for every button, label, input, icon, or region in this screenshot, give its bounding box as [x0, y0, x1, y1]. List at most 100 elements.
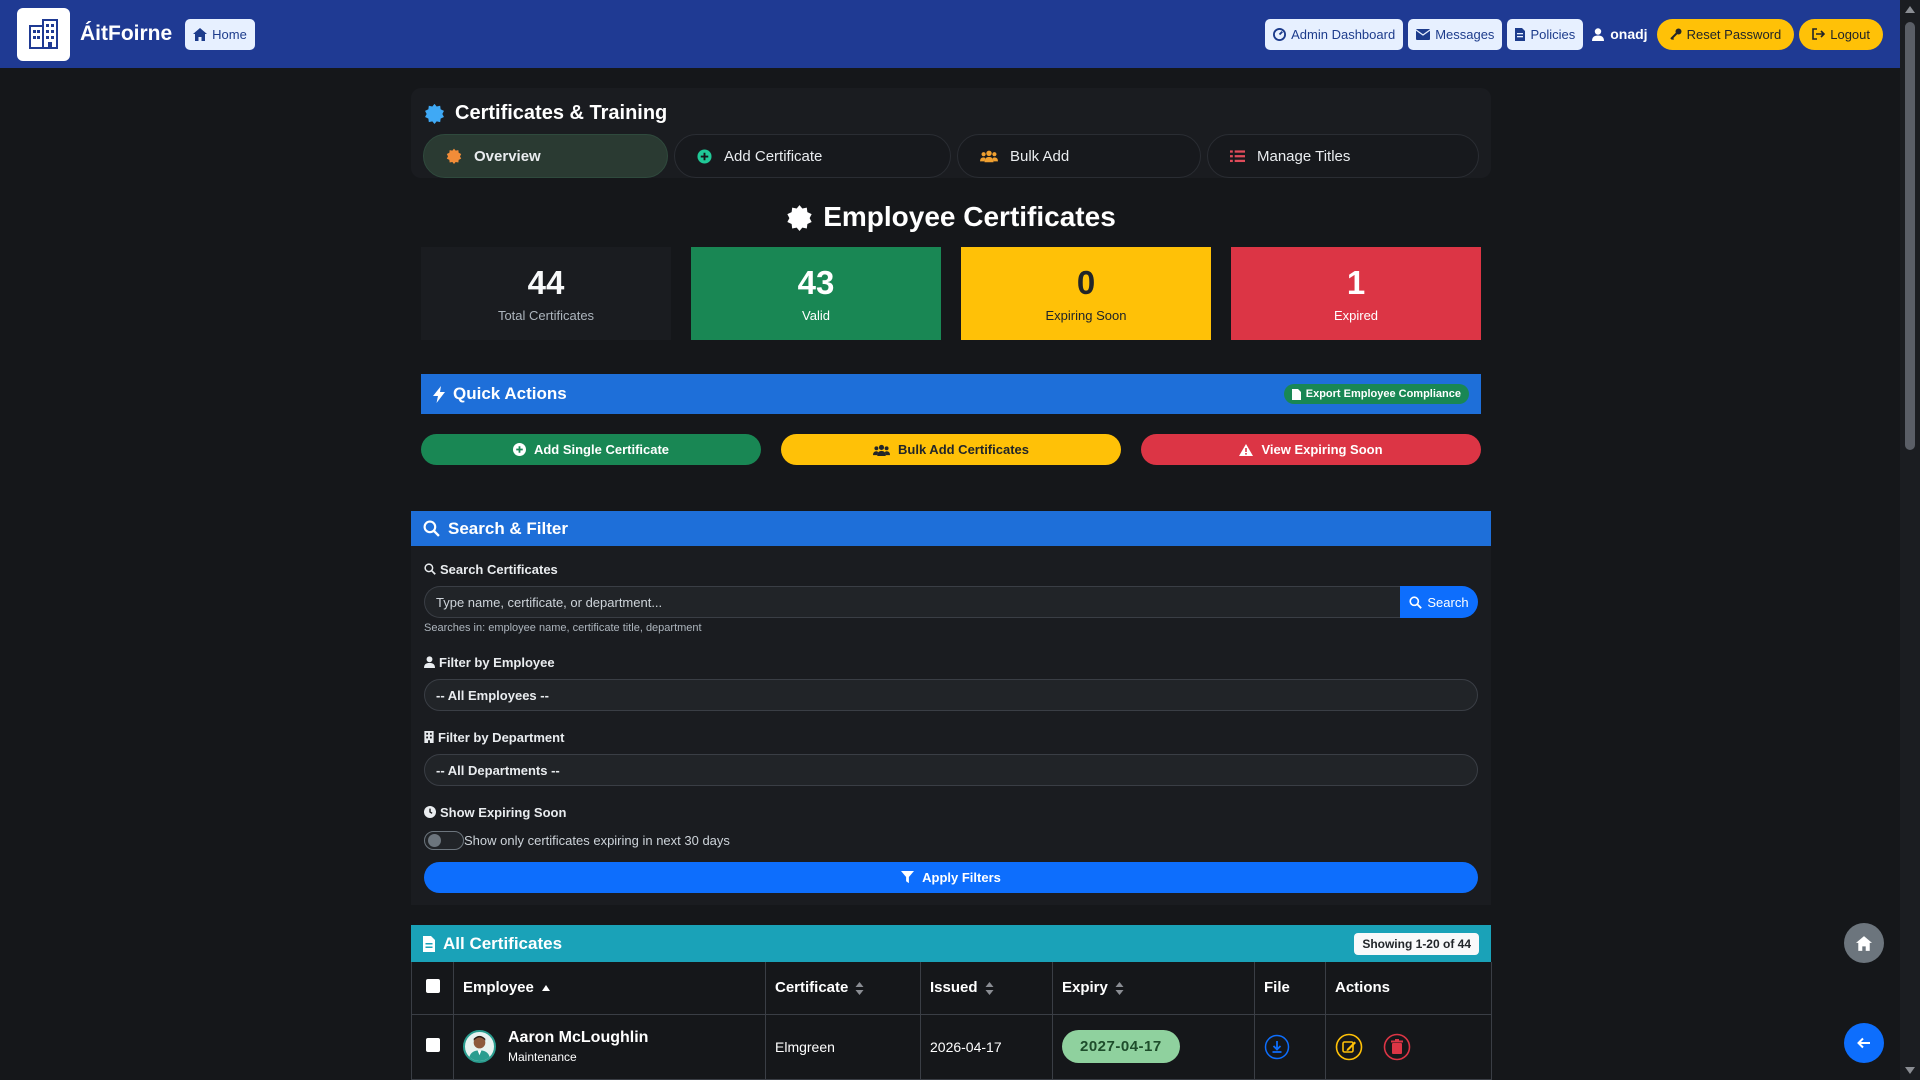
export-compliance-button[interactable]: Export Employee Compliance: [1283, 384, 1469, 404]
floating-home-button[interactable]: [1844, 923, 1884, 963]
reset-password-label: Reset Password: [1686, 26, 1782, 42]
filter-employee-label-text: Filter by Employee: [439, 654, 555, 670]
arrow-left-icon: [1857, 1037, 1870, 1049]
plus-circle-icon: [697, 148, 712, 164]
policies-button[interactable]: Policies: [1507, 18, 1584, 50]
stat-valid: 43 Valid: [691, 247, 941, 340]
person-avatar-icon: [468, 1035, 491, 1061]
tab-add-certificate[interactable]: Add Certificate: [674, 134, 951, 178]
download-icon[interactable]: [1264, 1034, 1290, 1060]
stat-total-label: Total Certificates: [497, 308, 595, 323]
logout-label: Logout: [1830, 26, 1870, 42]
expiring-toggle-text: Show only certificates expiring in next …: [464, 832, 730, 848]
search-filter-title: Search & Filter: [448, 518, 568, 538]
column-employee[interactable]: Employee: [453, 962, 766, 1015]
column-actions: Actions: [1325, 962, 1492, 1015]
quick-actions-title: Quick Actions: [453, 384, 567, 403]
trash-icon[interactable]: [1383, 1033, 1411, 1061]
department-select-value: -- All Departments --: [436, 762, 560, 778]
page-scrollbar[interactable]: [1900, 0, 1920, 1080]
row-actions: [1335, 1033, 1491, 1061]
column-file-label: File: [1264, 979, 1290, 997]
column-certificate[interactable]: Certificate: [765, 962, 921, 1015]
envelope-icon: [1416, 28, 1431, 40]
column-file: File: [1254, 962, 1326, 1015]
user-menu[interactable]: onadj: [1592, 26, 1648, 42]
floating-back-button[interactable]: [1844, 1023, 1884, 1063]
tab-overview[interactable]: Overview: [423, 134, 668, 178]
search-row: Search: [424, 586, 1478, 618]
view-expiring-soon-button[interactable]: View Expiring Soon: [1141, 434, 1481, 465]
dashboard-gauge-icon: [1273, 27, 1287, 41]
employee-name[interactable]: Aaron McLoughlin: [508, 1029, 648, 1047]
warning-triangle-icon: [1239, 443, 1254, 456]
brand-name[interactable]: ÁitFoirne: [80, 22, 172, 46]
column-issued[interactable]: Issued: [920, 962, 1053, 1015]
user-icon: [424, 656, 435, 668]
row-checkbox[interactable]: [425, 1038, 440, 1052]
clock-icon: [424, 806, 436, 818]
stat-valid-value: 43: [797, 264, 835, 301]
building-logo-icon: [28, 19, 58, 49]
bulk-add-certificates-button[interactable]: Bulk Add Certificates: [781, 434, 1121, 465]
expiry-cell: 2027-04-17: [1052, 1014, 1255, 1080]
sort-icon: [1115, 981, 1124, 995]
apply-filters-button[interactable]: Apply Filters: [424, 862, 1478, 893]
home-button-label: Home: [212, 26, 247, 42]
list-icon: [1230, 149, 1245, 162]
employee-department: Maintenance: [508, 1050, 577, 1064]
tab-overview-label: Overview: [474, 147, 541, 165]
search-button[interactable]: Search: [1400, 586, 1478, 618]
search-icon: [1409, 595, 1423, 609]
app-logo[interactable]: [17, 7, 70, 61]
nav-right-group: Admin Dashboard Messages Policies onadj …: [1265, 18, 1883, 50]
avatar: [463, 1030, 496, 1063]
plus-circle-icon: [512, 443, 526, 456]
employee-info: Aaron McLoughlin Maintenance: [463, 1029, 765, 1064]
expiry-badge: 2027-04-17: [1062, 1030, 1180, 1063]
show-expiring-label-text: Show Expiring Soon: [440, 804, 567, 820]
messages-label: Messages: [1435, 26, 1495, 42]
actions-cell: [1325, 1014, 1492, 1080]
filter-employee-label: Filter by Employee: [424, 653, 1478, 671]
certificate-icon: [446, 148, 462, 164]
column-actions-label: Actions: [1335, 979, 1391, 997]
employee-select[interactable]: -- All Employees --: [424, 679, 1478, 711]
stats-row: 44 Total Certificates 43 Valid 0 Expirin…: [411, 247, 1491, 340]
reset-password-button[interactable]: Reset Password: [1656, 18, 1795, 50]
select-all-checkbox[interactable]: [425, 978, 440, 993]
sort-icon: [985, 981, 994, 995]
expiring-toggle-row: Show only certificates expiring in next …: [424, 830, 1478, 850]
file-icon: [1515, 27, 1526, 41]
tab-manage-titles-label: Manage Titles: [1257, 147, 1351, 165]
scroll-thumb[interactable]: [1905, 22, 1915, 450]
sort-ascending-icon: [541, 985, 550, 992]
expiring-toggle-switch[interactable]: [424, 830, 464, 850]
department-select[interactable]: -- All Departments --: [424, 754, 1478, 786]
messages-button[interactable]: Messages: [1408, 18, 1503, 50]
search-icon: [423, 520, 440, 537]
username: onadj: [1610, 26, 1648, 42]
tab-bulk-add[interactable]: Bulk Add: [957, 134, 1201, 178]
building-icon: [424, 731, 434, 743]
column-expiry[interactable]: Expiry: [1052, 962, 1255, 1015]
column-employee-label: Employee: [463, 979, 534, 997]
bulk-add-certificates-label: Bulk Add Certificates: [898, 442, 1029, 457]
logout-button[interactable]: Logout: [1799, 18, 1883, 50]
search-input[interactable]: [424, 586, 1400, 618]
all-certificates-header: All Certificates Showing 1-20 of 44: [411, 925, 1491, 962]
search-button-label: Search: [1427, 594, 1469, 610]
tab-add-certificate-label: Add Certificate: [724, 147, 823, 165]
row-select-cell: [411, 1014, 454, 1080]
edit-icon[interactable]: [1335, 1033, 1363, 1061]
admin-dashboard-label: Admin Dashboard: [1291, 26, 1396, 42]
scroll-down-arrow[interactable]: [1905, 1067, 1915, 1074]
add-single-certificate-button[interactable]: Add Single Certificate: [421, 434, 761, 465]
home-icon: [193, 27, 208, 41]
page-title: Certificates & Training: [423, 96, 1481, 130]
scroll-up-arrow[interactable]: [1905, 6, 1915, 13]
column-issued-label: Issued: [930, 979, 978, 997]
home-button[interactable]: Home: [185, 18, 255, 50]
admin-dashboard-button[interactable]: Admin Dashboard: [1265, 18, 1404, 50]
tab-manage-titles[interactable]: Manage Titles: [1207, 134, 1479, 178]
